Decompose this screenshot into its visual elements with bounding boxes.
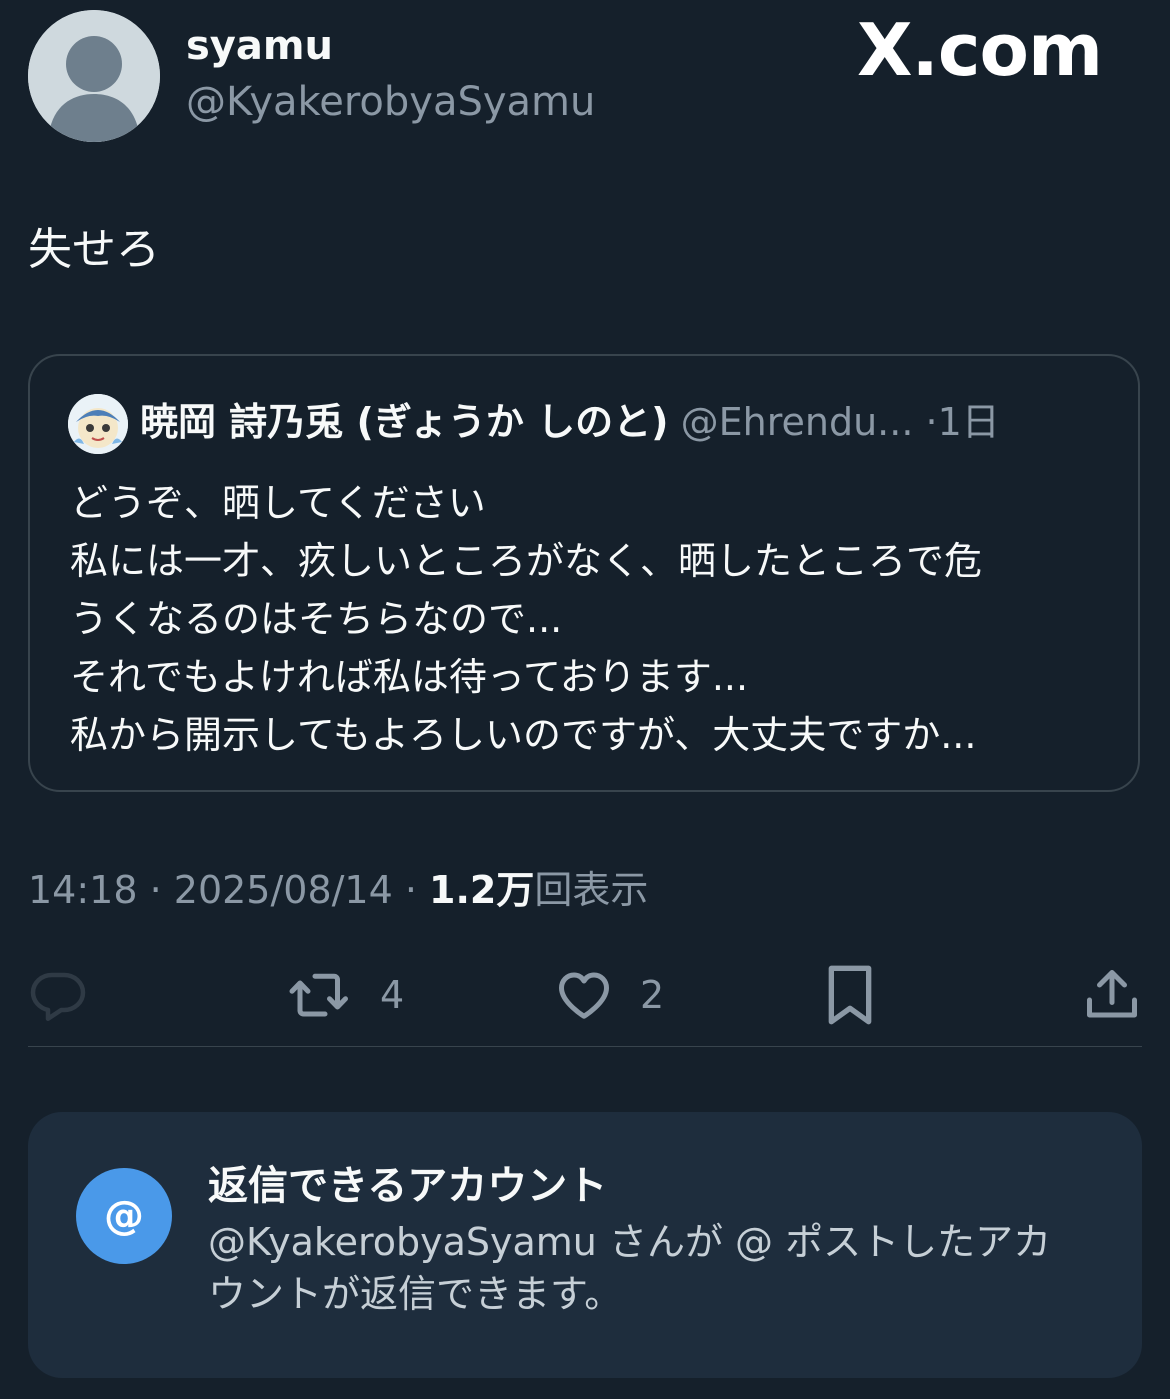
quoted-tweet-text: どうぞ、晒してください 私には一才、疚しいところがなく、晒したところで危 うくな… — [70, 474, 1110, 764]
reply-restriction-title: 返信できるアカウント — [208, 1163, 608, 1209]
quoted-text-line: それでもよければ私は待っております... — [70, 655, 749, 699]
tweet-time[interactable]: 14:18 — [28, 868, 138, 912]
divider — [28, 1046, 1142, 1047]
share-icon — [1087, 970, 1137, 1018]
quoted-tweet-card[interactable]: 暁岡 詩乃兎 (ぎょうか しのと) @Ehrendu... ·1日 どうぞ、晒し… — [28, 354, 1140, 792]
quoted-text-line: うくなるのはそちらなので... — [70, 597, 563, 641]
retweet-count: 4 — [380, 973, 405, 1017]
share-button[interactable] — [1082, 960, 1142, 1030]
author-display-name[interactable]: syamu — [186, 24, 333, 68]
tweet-text: 失せろ — [28, 224, 160, 275]
quoted-author-avatar — [68, 394, 128, 454]
views-count: 1.2万 — [429, 868, 535, 912]
quoted-text-line: 私には一才、疚しいところがなく、晒したところで危 — [70, 539, 983, 583]
reply-icon — [30, 972, 86, 1021]
separator-dot: · — [137, 868, 174, 912]
bookmark-icon — [828, 965, 872, 1025]
default-avatar-icon — [28, 10, 160, 142]
tweet-meta: 14:18 · 2025/08/14 · 1.2万回表示 — [28, 868, 648, 914]
quoted-text-line: どうぞ、晒してください — [70, 481, 486, 525]
brand-watermark: X.com — [856, 8, 1103, 92]
at-icon: @ — [76, 1168, 172, 1264]
bookmark-button[interactable] — [822, 960, 878, 1030]
reply-restriction-description: @KyakerobyaSyamu さんが @ ポストしたアカウントが返信できます… — [208, 1220, 1052, 1316]
quoted-author-name[interactable]: 暁岡 詩乃兎 (ぎょうか しのと) — [140, 400, 669, 444]
character-avatar-icon — [68, 394, 128, 454]
author-handle[interactable]: @KyakerobyaSyamu — [186, 80, 595, 124]
like-count: 2 — [640, 973, 665, 1017]
retweet-icon — [289, 973, 348, 1017]
quoted-tweet-header: 暁岡 詩乃兎 (ぎょうか しのと) @Ehrendu... ·1日 — [140, 400, 1080, 446]
quoted-text-line: 私から開示してもよろしいのですが、大丈夫ですか... — [70, 713, 977, 757]
separator-dot: · — [925, 400, 938, 444]
avatar[interactable] — [28, 10, 160, 142]
heart-icon — [559, 972, 609, 1019]
reply-button[interactable] — [28, 960, 88, 1030]
quoted-author-handle[interactable]: @Ehrendu... — [681, 400, 914, 444]
retweet-button[interactable]: 4 — [286, 960, 404, 1030]
like-button[interactable]: 2 — [554, 960, 664, 1030]
reply-restriction-notice: @ 返信できるアカウント @KyakerobyaSyamu さんが @ ポストし… — [28, 1112, 1142, 1378]
tweet-date[interactable]: 2025/08/14 — [174, 868, 393, 912]
separator-dot: · — [392, 868, 430, 912]
views-label: 回表示 — [534, 868, 649, 912]
quoted-tweet-time: 1日 — [937, 400, 1000, 444]
